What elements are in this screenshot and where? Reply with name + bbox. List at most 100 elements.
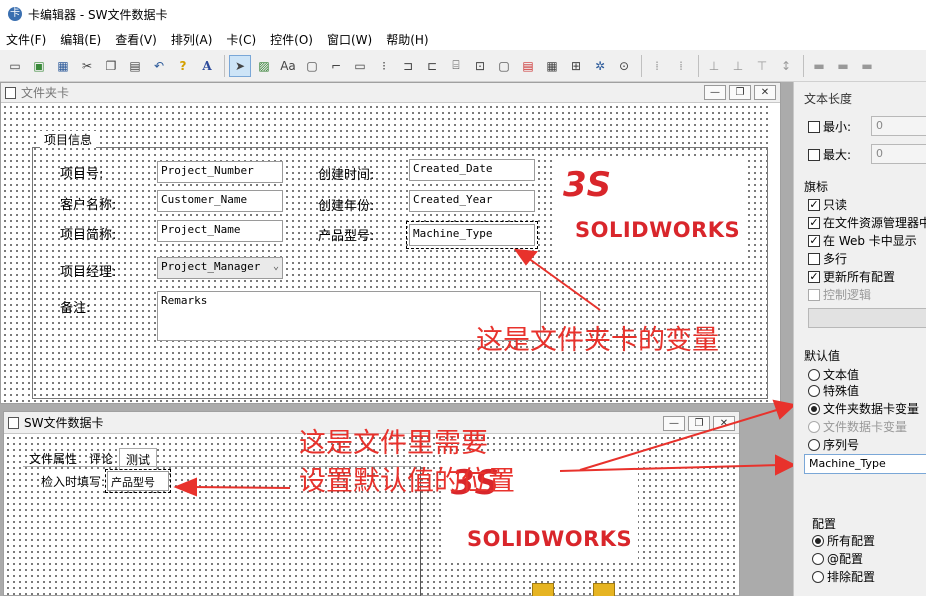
folder-card-canvas[interactable]: 项目信息 项目号: Project_Number 客户名称: Customer_… [2,104,772,403]
combobox-icon[interactable]: ⊡ [469,55,491,77]
line-icon[interactable]: ⌐ [325,55,347,77]
special-value-radio[interactable] [808,384,820,397]
font-icon[interactable]: A [196,55,218,77]
save-icon[interactable]: ▦ [52,55,74,77]
align-bottom-icon[interactable]: ⊤ [751,55,773,77]
min-length-input[interactable]: 0 [871,116,926,136]
same-width-icon[interactable]: ↕ [775,55,797,77]
flag-in-explorer[interactable]: ✓ 在文件资源管理器中 [808,214,926,231]
pdf-icon[interactable]: ▢ [493,55,515,77]
config-at[interactable]: @配置 [812,550,863,567]
close-button[interactable]: ✕ [754,85,776,100]
same-size-icon[interactable]: ▬ [832,55,854,77]
same-height-icon[interactable]: ▬ [808,55,830,77]
menu-arrange[interactable]: 排列(A) [171,31,213,48]
flag-web-card[interactable]: ✓ 在 Web 卡中显示 [808,232,917,249]
align-left-icon[interactable]: ⊙ [613,55,635,77]
copy-icon[interactable]: ❐ [100,55,122,77]
default-file-variable[interactable]: 文件数据卡变量 [808,418,907,435]
align-right-icon[interactable]: ⁞ [670,55,692,77]
edit-icon[interactable]: ▢ [301,55,323,77]
config-exclude-radio[interactable] [812,570,824,583]
checkbox-icon[interactable]: ▭ [349,55,371,77]
cut-icon[interactable]: ✂ [76,55,98,77]
config-all-radio[interactable] [812,534,824,547]
undo-icon[interactable]: ↶ [148,55,170,77]
serial-number-radio[interactable] [808,438,820,451]
field-machine-type[interactable]: Machine_Type [406,221,538,249]
folder-card-titlebar[interactable]: 文件夹卡 [1,83,780,103]
field-machine-type-selected[interactable]: 产品型号 [105,469,171,493]
web-card-checkbox[interactable]: ✓ [808,234,820,247]
max-length-option[interactable]: 最大: [808,146,851,163]
image-icon[interactable]: ▨ [253,55,275,77]
min-length-option[interactable]: 最小: [808,118,851,135]
menu-controls[interactable]: 控件(O) [270,31,313,48]
pointer-icon[interactable]: ➤ [229,54,251,77]
restore-button[interactable]: ❐ [729,85,751,100]
max-length-checkbox[interactable] [808,148,820,161]
listbox-icon[interactable]: ⌸ [445,55,467,77]
text-value-radio[interactable] [808,368,820,381]
config-at-radio[interactable] [812,552,824,565]
update-configs-checkbox[interactable]: ✓ [808,270,820,283]
open-icon[interactable]: ▣ [28,55,50,77]
min-length-checkbox[interactable] [808,120,820,133]
field-project-name[interactable]: Project_Name [157,220,283,242]
default-special-value[interactable]: 特殊值 [808,382,859,399]
mdi-workspace: 文件夹卡 — ❐ ✕ 项目信息 项目号: Project_Number 客户名称… [0,82,793,596]
radio-icon[interactable]: ⁝ [373,55,395,77]
new-icon[interactable]: ▭ [4,55,26,77]
flag-update-configs[interactable]: ✓ 更新所有配置 [808,268,895,285]
align-top-icon[interactable]: ⊥ [703,55,725,77]
menu-help[interactable]: 帮助(H) [386,31,428,48]
default-value-select[interactable]: Machine_Type [804,454,926,474]
default-text-value[interactable]: 文本值 [808,366,859,383]
minimize-button[interactable]: — [704,85,726,100]
tab-icon[interactable]: ▤ [517,55,539,77]
folder-variable-radio[interactable] [808,402,820,415]
field-project-number[interactable]: Project_Number [157,161,283,183]
control-logic-button[interactable] [808,308,926,328]
size-grid-icon[interactable]: ▬ [856,55,878,77]
bom-icon[interactable]: ⊞ [565,55,587,77]
groupbox-icon[interactable]: ⊐ [397,55,419,77]
default-serial-number[interactable]: 序列号 [808,436,859,453]
minimize-button[interactable]: — [663,416,685,431]
menu-edit[interactable]: 编辑(E) [60,31,101,48]
align-middle-icon[interactable]: ⊥ [727,55,749,77]
ds-logo-mark: 3S [563,165,612,205]
flag-control-logic[interactable]: 控制逻辑 [808,286,871,303]
field-created-year[interactable]: Created_Year [409,190,535,212]
in-explorer-checkbox[interactable]: ✓ [808,216,820,229]
menu-file[interactable]: 文件(F) [6,31,46,48]
multiline-checkbox[interactable] [808,252,820,265]
field-created-date[interactable]: Created_Date [409,159,535,181]
frame-icon[interactable]: ⊏ [421,55,443,77]
menu-card[interactable]: 卡(C) [226,31,256,48]
close-button[interactable]: ✕ [713,416,735,431]
text-icon[interactable]: Aa [277,55,299,77]
tree-icon[interactable]: ▦ [541,55,563,77]
paste-icon[interactable]: ▤ [124,55,146,77]
align-center-icon[interactable]: ⁞ [646,55,668,77]
field-customer-name[interactable]: Customer_Name [157,190,283,212]
default-folder-variable[interactable]: 文件夹数据卡变量 [808,400,919,417]
help-icon[interactable]: ? [172,55,194,77]
file-card-canvas[interactable]: 文件属性 评论 测试 检入时填写: 产品型号 3S SOLIDWORKS 这是文… [5,428,739,596]
flag-multiline[interactable]: 多行 [808,250,847,267]
flag-read-only[interactable]: ✓ 只读 [808,196,847,213]
menu-window[interactable]: 窗口(W) [327,31,372,48]
file-variable-radio[interactable] [808,420,820,433]
max-length-input[interactable]: 0 [871,144,926,164]
preview-icon[interactable]: ✲ [589,55,611,77]
config-exclude[interactable]: 排除配置 [812,568,875,585]
config-all[interactable]: 所有配置 [812,532,875,549]
logo-text: SOLIDWORKS [575,218,741,242]
field-project-manager[interactable]: Project_Manager ⌄ [157,257,283,279]
menu-view[interactable]: 查看(V) [115,31,157,48]
read-only-checkbox[interactable]: ✓ [808,198,820,211]
control-logic-checkbox[interactable] [808,288,820,301]
flags-heading: 旗标 [804,180,829,194]
restore-button[interactable]: ❐ [688,416,710,431]
